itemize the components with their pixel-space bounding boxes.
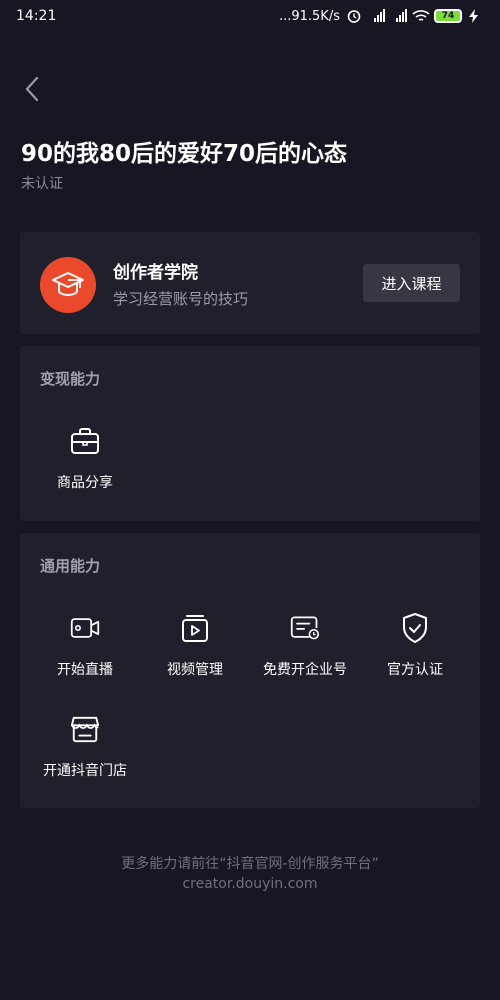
feature-label: 官方认证 xyxy=(387,662,443,678)
general-section: 通用能力 开始直播 视频管理 免费开企业号 官方认证 开通抖音门店 xyxy=(20,533,480,808)
verification-status: 未认证 xyxy=(21,176,63,192)
feature-label: 视频管理 xyxy=(167,662,223,678)
alarm-icon xyxy=(346,9,362,23)
video-library-icon xyxy=(180,613,210,643)
store-icon xyxy=(70,714,100,744)
feature-start-live[interactable]: 开始直播 xyxy=(30,613,140,679)
creator-academy-card[interactable]: 创作者学院 学习经营账号的技巧 进入课程 xyxy=(20,232,480,334)
enter-course-button[interactable]: 进入课程 xyxy=(363,264,460,302)
hd-signal-icon xyxy=(390,9,407,23)
status-time: 14:21 xyxy=(16,8,57,24)
feature-video-management[interactable]: 视频管理 xyxy=(140,613,250,679)
section-title-monetize: 变现能力 xyxy=(40,370,101,388)
shopping-bag-icon xyxy=(70,426,100,456)
feature-open-douyin-store[interactable]: 开通抖音门店 xyxy=(30,714,140,780)
feature-official-verification[interactable]: 官方认证 xyxy=(360,613,470,679)
shield-check-icon xyxy=(400,613,430,643)
network-speed: ...91.5K/s xyxy=(278,8,340,24)
feature-free-business-account[interactable]: 免费开企业号 xyxy=(250,613,360,679)
footer-text: 更多能力请前往“抖音官网-创作服务平台” xyxy=(121,856,379,872)
status-icons: ...91.5K/s 74 xyxy=(279,9,484,24)
page-title: 90的我80后的爱好70后的心态 xyxy=(21,141,348,167)
feature-label: 开通抖音门店 xyxy=(43,763,127,779)
feature-product-share[interactable]: 商品分享 xyxy=(30,426,140,492)
video-camera-icon xyxy=(70,613,100,643)
business-card-icon xyxy=(290,613,320,643)
academy-description: 学习经营账号的技巧 xyxy=(113,290,249,308)
hd-signal-icon xyxy=(368,9,385,23)
chevron-left-icon xyxy=(25,76,39,102)
footer-link[interactable]: creator.douyin.com xyxy=(0,876,500,892)
graduation-cap-icon xyxy=(40,257,96,313)
monetization-section: 变现能力 商品分享 xyxy=(20,346,480,521)
wifi-icon xyxy=(412,9,430,23)
section-title-general: 通用能力 xyxy=(40,557,101,575)
feature-label: 免费开企业号 xyxy=(263,662,347,678)
feature-label: 开始直播 xyxy=(57,662,113,678)
back-button[interactable] xyxy=(18,74,46,104)
charging-icon xyxy=(468,9,484,23)
battery-icon: 74 xyxy=(434,9,462,23)
feature-label: 商品分享 xyxy=(57,475,113,491)
academy-name: 创作者学院 xyxy=(113,263,198,283)
status-bar: 14:21 ...91.5K/s 74 xyxy=(0,0,500,32)
